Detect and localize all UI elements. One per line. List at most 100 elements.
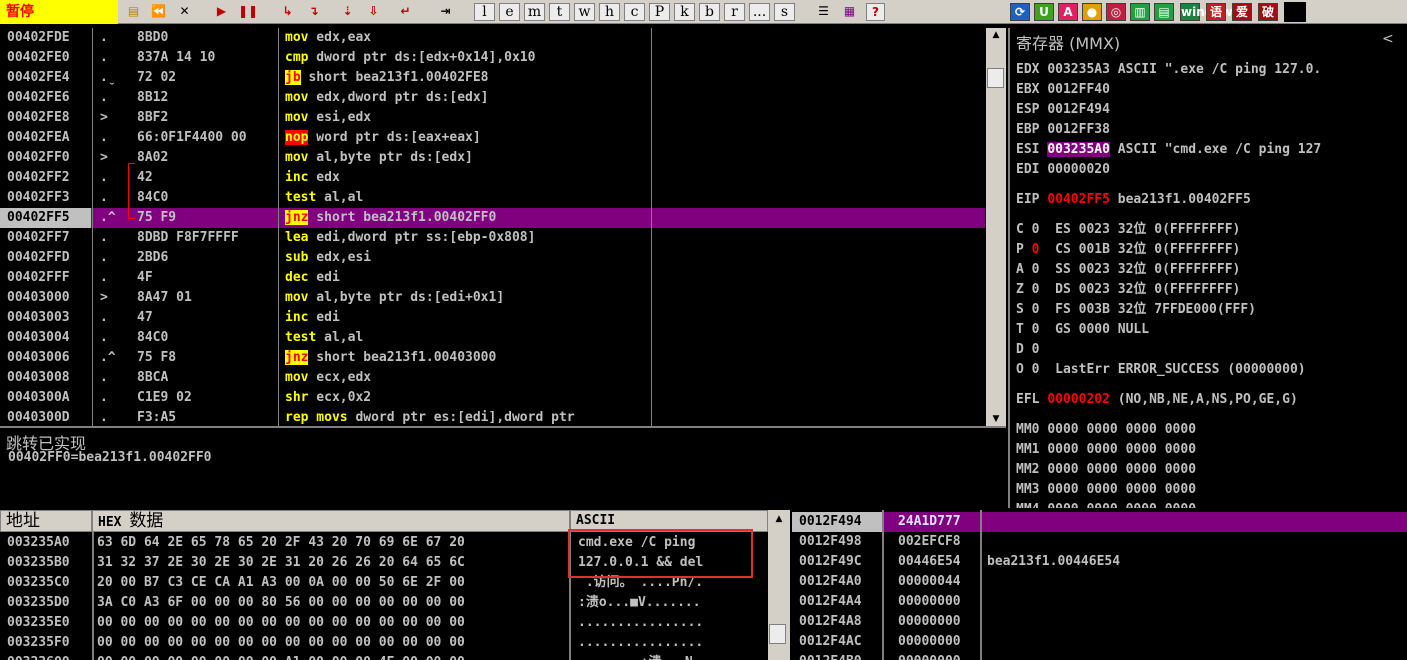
disasm-row[interactable]: 00402FFF. 4F dec edi [0,268,985,288]
disasm-row[interactable]: 00403008. 8BCA mov ecx,edx [0,368,985,388]
scroll-thumb[interactable] [987,68,1004,88]
register-mm2[interactable]: MM2 0000 0000 0000 0000 [1016,460,1196,480]
register-esi[interactable]: ESI 003235A0 ASCII "cmd.exe /C ping 127 [1016,140,1321,160]
run-icon[interactable]: ▶ [212,3,231,21]
register-value[interactable]: 0012F494 [1047,102,1110,117]
disasm-scrollbar[interactable]: ▲ ▼ [986,28,1006,426]
execute-till-return-icon[interactable]: ↵ [396,3,415,21]
disasm-row[interactable]: 00402FDE. 8BD0 mov edx,eax [0,28,985,48]
dump-header-address[interactable]: 地址 [0,510,92,532]
collapse-icon[interactable]: < [1382,31,1394,47]
dump-row[interactable]: 00323600 00 00 00 00 00 00 00 00 A1 00 00… [0,653,768,660]
dump-header-hex[interactable]: HEX 数据 [92,510,570,532]
register-efl[interactable]: EFL 00000202 (NO,NB,NE,A,NS,PO,GE,G) [1016,390,1298,410]
po-button[interactable]: 爱 [1232,3,1252,21]
ai-button[interactable]: 语 [1206,3,1226,21]
callstack-window-button[interactable]: k [674,3,695,21]
flag-t[interactable]: T 0 GS 0000 NULL [1016,320,1149,340]
patch-icon[interactable]: ▥ [1130,3,1150,21]
flag-c[interactable]: C 0 ES 0023 32位 0(FFFFFFFF) [1016,220,1240,240]
run-trace-window-button[interactable]: ... [749,3,770,21]
register-eip[interactable]: EIP 00402FF5 bea213f1.00402FF5 [1016,190,1251,210]
disasm-row[interactable]: 00402FF5 .^ 75 F9 jnz short bea213f1.00402F… [0,208,985,228]
a-button[interactable]: A [1058,3,1078,21]
breakpoints-window-button[interactable]: b [699,3,720,21]
disasm-row[interactable]: 0040300A. C1E9 02 shr ecx,0x2 [0,388,985,408]
register-value[interactable]: 003235A0 [1047,142,1110,157]
flag-d[interactable]: D 0 [1016,340,1039,360]
flag-a[interactable]: A 0 SS 0023 32位 0(FFFFFFFF) [1016,260,1240,280]
registers-pane[interactable]: 寄存器 (MMX) < EDX 003235A3 ASCII ".exe /C … [1008,28,1407,508]
disasm-row[interactable]: 00403006 .^ 75 F8 jnz short bea213f1.004030… [0,348,985,368]
register-ebp[interactable]: EBP 0012FF38 [1016,120,1110,140]
register-value[interactable]: 0012FF38 [1047,122,1110,137]
disasm-row[interactable]: 00402FF0 >8A02 mov al,byte ptr ds:[edx] [0,148,985,168]
list-icon[interactable]: ☰ [814,3,833,21]
register-value[interactable]: 0000 0000 0000 0000 [1047,502,1196,508]
register-mm3[interactable]: MM3 0000 0000 0000 0000 [1016,480,1196,500]
stack-row[interactable]: 0012F498 002EFCF8 [792,532,1407,552]
pause-icon[interactable]: ❚❚ [238,3,258,21]
stack-pane[interactable]: 0012F494 24A1D777 0012F498 002EFCF8 0012F49C… [792,510,1407,660]
refresh-icon[interactable]: ⟳ [1010,3,1030,21]
disasm-row[interactable]: 00403003. 47 inc edi [0,308,985,328]
dump-row[interactable]: 003235E0 00 00 00 00 00 00 00 00 00 00 00… [0,613,768,633]
disasm-row[interactable]: 00402FF7. 8DBD F8F7FFFF lea edi,dword ptr … [0,228,985,248]
windows-window-button[interactable]: w [574,3,595,21]
register-mm1[interactable]: MM1 0000 0000 0000 0000 [1016,440,1196,460]
register-value[interactable]: 0000 0000 0000 0000 [1047,422,1196,437]
register-esp[interactable]: ESP 0012F494 [1016,100,1110,120]
dump-scrollbar[interactable]: ▲ [768,510,790,660]
modules-window-button[interactable]: e [499,3,520,21]
disasm-row[interactable]: 00402FE4 .ˬ 72 02 jb short bea213f1.00402FE… [0,68,985,88]
scroll-up-icon[interactable]: ▲ [768,512,790,526]
register-value[interactable]: 0012FF40 [1047,82,1110,97]
register-mm0[interactable]: MM0 0000 0000 0000 0000 [1016,420,1196,440]
register-ebx[interactable]: EBX 0012FF40 [1016,80,1110,100]
handles-window-button[interactable]: h [599,3,620,21]
rewind-icon[interactable]: ⏪ [149,3,168,21]
register-value[interactable]: 00402FF5 [1047,192,1110,207]
register-value[interactable]: 0000 0000 0000 0000 [1047,482,1196,497]
stack-row[interactable]: 0012F4A0 00000044 [792,572,1407,592]
stack-row[interactable]: 0012F4A8 00000000 [792,612,1407,632]
disasm-row[interactable]: 00402FF3. 84C0 test al,al [0,188,985,208]
step-over-icon[interactable]: ↴ [304,3,323,21]
disasm-row[interactable]: 00402FFD. 2BD6 sub edx,esi [0,248,985,268]
disassembly-pane[interactable]: 00402FDE. 8BD0 mov edx,eax 00402FE0. 837A 14… [0,28,985,426]
cpu-window-button[interactable]: c [624,3,645,21]
help-icon[interactable]: ? [866,3,885,21]
u-button[interactable]: U [1034,3,1054,21]
record-icon[interactable]: ● [1082,3,1102,21]
patches-window-button[interactable]: P [649,3,670,21]
register-mm4[interactable]: MM4 0000 0000 0000 0000 [1016,500,1196,508]
open-file-icon[interactable]: ▤ [124,3,143,21]
disasm-row[interactable]: 00403004. 84C0 test al,al [0,328,985,348]
stack-row[interactable]: 0012F4AC 00000000 [792,632,1407,652]
flag-z[interactable]: Z 0 DS 0023 32位 0(FFFFFFFF) [1016,280,1240,300]
disasm-row[interactable]: 00402FF2. 42 inc edx [0,168,985,188]
go-to-icon[interactable]: ⇥ [436,3,455,21]
stack-row[interactable]: 0012F49C 00446E54 bea213f1.00446E54 [792,552,1407,572]
log-window-button[interactable]: l [474,3,495,21]
stack-row[interactable]: 0012F4A4 00000000 [792,592,1407,612]
jie-button[interactable]: 破 [1258,3,1278,21]
register-value[interactable]: 0000 0000 0000 0000 [1047,462,1196,477]
disasm-row[interactable]: 00402FE6. 8B12 mov edx,dword ptr ds:[edx] [0,88,985,108]
trace-over-icon[interactable]: ⇩ [364,3,383,21]
register-edi[interactable]: EDI 00000020 [1016,160,1110,180]
source-window-button[interactable]: s [774,3,795,21]
register-edx[interactable]: EDX 003235A3 ASCII ".exe /C ping 127.0. [1016,60,1321,80]
register-value[interactable]: 003235A3 [1047,62,1110,77]
flag-value[interactable]: 0 [1032,342,1040,357]
disasm-row[interactable]: 00402FE0. 837A 14 10 cmp dword ptr ds:[edx… [0,48,985,68]
disasm-row[interactable]: 00403000 >8A47 01 mov al,byte ptr ds:[edi+… [0,288,985,308]
register-value[interactable]: 00000202 [1047,392,1110,407]
step-into-icon[interactable]: ↳ [278,3,297,21]
stack-row[interactable]: 0012F494 24A1D777 [792,512,1407,532]
disasm-row[interactable]: 00402FEA. 66:0F1F4400 00 nop word ptr ds:[… [0,128,985,148]
disasm-row[interactable]: 0040300D. F3:A5 rep movs dword ptr es:[edi… [0,408,985,426]
close-icon[interactable]: ✕ [175,3,194,21]
trace-into-icon[interactable]: ⇣ [338,3,357,21]
target-icon[interactable]: ◎ [1106,3,1126,21]
